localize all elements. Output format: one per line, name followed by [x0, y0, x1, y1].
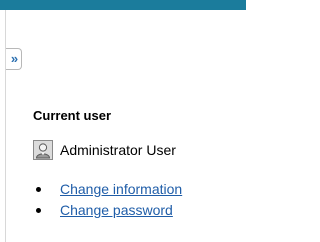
current-user-row: Administrator User [33, 140, 176, 160]
list-item: Change information [33, 181, 182, 202]
user-links-list: Change information Change password [33, 181, 182, 223]
double-chevron-right-icon: » [10, 51, 18, 66]
current-user-heading: Current user [33, 108, 112, 123]
expand-sidebar-button[interactable]: » [6, 48, 22, 70]
bullet-icon [36, 208, 41, 213]
current-user-name: Administrator User [60, 142, 176, 158]
list-item: Change password [33, 202, 182, 223]
change-password-link[interactable]: Change password [60, 202, 173, 218]
change-information-link[interactable]: Change information [60, 181, 182, 197]
user-avatar-icon [33, 140, 53, 160]
bullet-icon [36, 187, 41, 192]
top-header-bar [0, 0, 246, 10]
